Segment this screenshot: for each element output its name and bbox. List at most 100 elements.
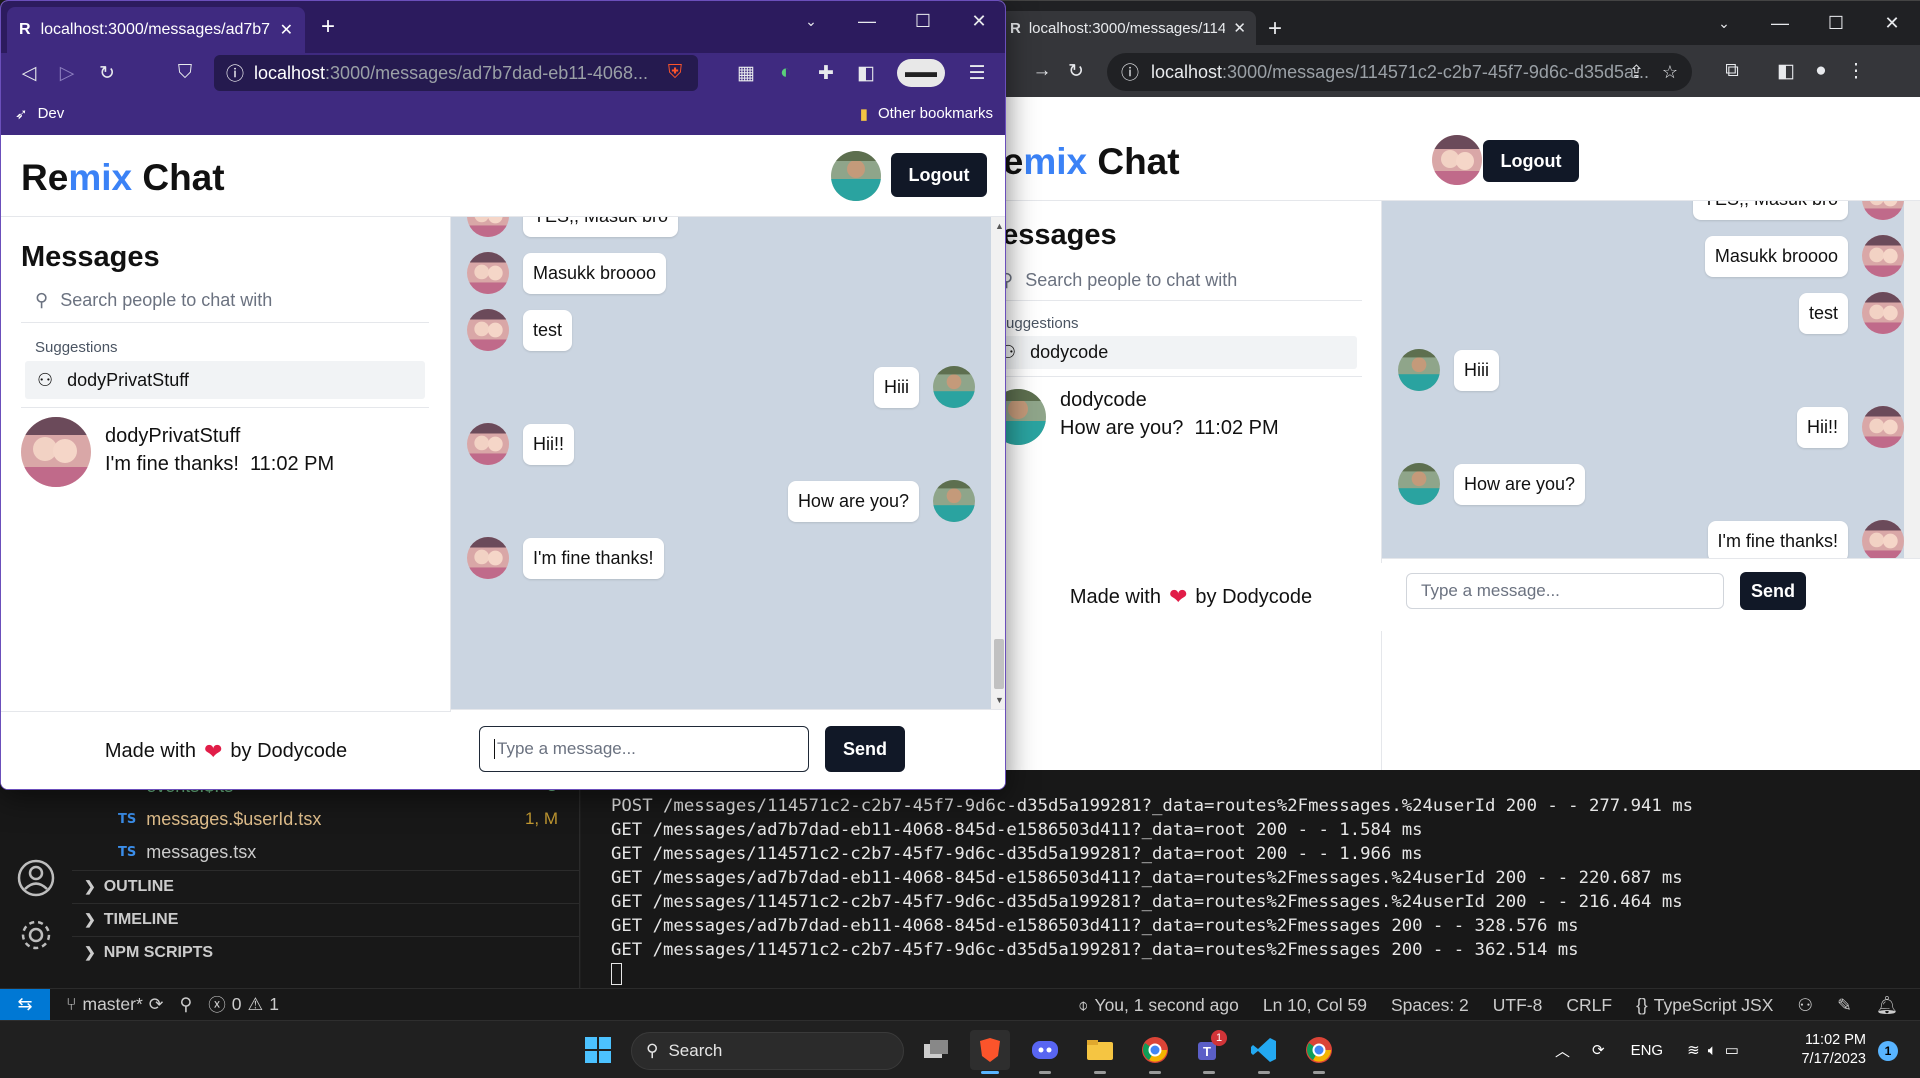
bookmark-dev[interactable]: ➶ Dev xyxy=(15,105,64,123)
sidebar-icon[interactable]: ◧ xyxy=(852,59,880,87)
new-tab-icon[interactable]: + xyxy=(1268,15,1282,43)
scroll-up-icon[interactable]: ▲ xyxy=(995,221,1004,231)
private-profile-icon[interactable]: ▬▬ xyxy=(897,59,945,87)
problems-indicator[interactable]: ⓧ 0 ⚠ 1 xyxy=(208,992,279,1017)
chat-scrollbar-right[interactable] xyxy=(1904,201,1920,558)
wifi-icon[interactable]: ≋ xyxy=(1687,1041,1700,1059)
indentation[interactable]: Spaces: 2 xyxy=(1391,995,1469,1016)
sync-icon[interactable]: ⟳ xyxy=(149,994,164,1015)
chrome-dev-taskbar-icon[interactable] xyxy=(1299,1030,1339,1074)
maximize-icon[interactable]: ☐ xyxy=(895,11,951,32)
close-window-icon[interactable]: ✕ xyxy=(1864,13,1920,34)
user-avatar[interactable] xyxy=(1432,135,1482,185)
logout-button[interactable]: Logout xyxy=(1483,140,1579,182)
scroll-down-icon[interactable]: ▼ xyxy=(995,695,1004,705)
minimize-icon[interactable]: — xyxy=(1752,13,1808,34)
site-info-icon[interactable]: ⓘ xyxy=(1121,59,1139,85)
npm-scripts-section[interactable]: ❯ NPM SCRIPTS xyxy=(72,936,580,968)
message-input[interactable]: Type a message... xyxy=(1406,573,1724,609)
taskbar-search[interactable]: ⚲ Search xyxy=(631,1032,904,1070)
task-view-button[interactable] xyxy=(916,1030,956,1070)
forward-icon[interactable]: → xyxy=(1028,57,1056,85)
chat-scrollbar[interactable]: ▲ ▼ xyxy=(991,217,1005,709)
copilot-indicator[interactable]: ⚇ xyxy=(1797,995,1813,1016)
app-logo[interactable]: Remix Chat xyxy=(21,157,225,199)
notifications-indicator[interactable]: 🔔︎ xyxy=(1876,995,1898,1016)
conversation-item[interactable]: dodycode How are you? 11:02 PM xyxy=(1000,389,1279,445)
extensions-icon[interactable]: ⧉ xyxy=(1718,57,1746,85)
site-info-icon[interactable]: ⓘ xyxy=(226,60,244,86)
file-explorer-taskbar-icon[interactable] xyxy=(1080,1030,1120,1074)
teams-taskbar-icon[interactable]: T1 xyxy=(1189,1030,1229,1074)
minimize-icon[interactable]: — xyxy=(839,11,895,32)
settings-gear-icon[interactable] xyxy=(16,915,56,955)
outline-section[interactable]: ❯ OUTLINE xyxy=(72,870,580,902)
terminal-panel[interactable]: POST /messages/114571c2-c2b7-45f7-9d6c-d… xyxy=(581,770,1920,988)
back-icon[interactable]: ◁ xyxy=(15,59,43,87)
menu-icon[interactable]: ☰ xyxy=(963,59,991,87)
wallet-icon[interactable]: ▦ xyxy=(732,59,760,87)
tab-search-icon[interactable]: ⌄ xyxy=(1696,15,1752,32)
other-bookmarks[interactable]: ▮ Other bookmarks xyxy=(860,105,993,123)
tab-search-icon[interactable]: ⌄ xyxy=(783,13,839,30)
close-tab-icon[interactable]: ✕ xyxy=(1233,19,1246,37)
sync-tray-icon[interactable]: ⟳ xyxy=(1592,1041,1605,1059)
maximize-icon[interactable]: ☐ xyxy=(1808,13,1864,34)
send-button[interactable]: Send xyxy=(1740,572,1806,610)
extension-icon[interactable]: ◐ xyxy=(772,59,800,87)
conversation-item[interactable]: dodyPrivatStuff I'm fine thanks! 11:02 P… xyxy=(21,417,334,487)
suggestion-item[interactable]: ⚇ dodyPrivatStuff xyxy=(25,361,425,399)
cursor-position[interactable]: Ln 10, Col 59 xyxy=(1263,995,1367,1016)
remote-indicator[interactable]: ⇆ xyxy=(0,988,50,1021)
start-button[interactable] xyxy=(578,1030,618,1070)
logout-button[interactable]: Logout xyxy=(891,153,987,197)
share-icon[interactable]: ⇪ xyxy=(1629,62,1644,83)
line-ending[interactable]: CRLF xyxy=(1566,995,1612,1016)
brave-taskbar-icon[interactable] xyxy=(970,1030,1010,1074)
file-item[interactable]: TS messages.tsx xyxy=(118,836,558,868)
address-bar[interactable]: ⓘ localhost:3000/messages/114571c2-c2b7-… xyxy=(1107,53,1692,91)
bookmark-star-icon[interactable]: ☆ xyxy=(1662,62,1678,83)
send-button[interactable]: Send xyxy=(825,726,905,772)
reload-icon[interactable]: ↻ xyxy=(93,59,121,87)
graph-indicator[interactable]: ⚲ xyxy=(179,994,192,1015)
brave-tab[interactable]: R localhost:3000/messages/ad7b7d ✕ xyxy=(7,7,305,53)
message-input[interactable]: Type a message... xyxy=(479,726,809,772)
discord-taskbar-icon[interactable] xyxy=(1025,1030,1065,1074)
tray-overflow-icon[interactable]: ︿ xyxy=(1555,1040,1570,1061)
scroll-thumb[interactable] xyxy=(994,639,1004,689)
feedback-indicator[interactable]: ✎ xyxy=(1837,995,1852,1016)
volume-icon[interactable]: 🔈︎ xyxy=(1708,1042,1717,1059)
clock[interactable]: 11:02 PM 7/17/2023 xyxy=(1801,1031,1866,1069)
vscode-taskbar-icon[interactable] xyxy=(1244,1030,1284,1074)
language-mode[interactable]: {} TypeScript JSX xyxy=(1636,995,1773,1016)
encoding[interactable]: UTF-8 xyxy=(1493,995,1543,1016)
side-panel-icon[interactable]: ◧ xyxy=(1772,57,1800,85)
chrome-taskbar-icon[interactable] xyxy=(1135,1030,1175,1074)
forward-icon[interactable]: ▷ xyxy=(53,59,81,87)
file-item[interactable]: TS messages.$userId.tsx 1, M xyxy=(118,803,558,835)
search-input[interactable]: ⚲ Search people to chat with xyxy=(21,279,429,323)
notification-badge[interactable]: 1 xyxy=(1878,1041,1898,1061)
branch-indicator[interactable]: ⑂ master* ⟳ xyxy=(66,994,163,1015)
suggestion-item[interactable]: ⚇ dodycode xyxy=(1000,336,1357,369)
profile-icon[interactable]: ● xyxy=(1807,57,1835,85)
accounts-icon[interactable] xyxy=(16,858,56,898)
language-indicator[interactable]: ENG xyxy=(1631,1042,1664,1059)
battery-icon[interactable]: ▭ xyxy=(1725,1041,1739,1059)
timeline-section[interactable]: ❯ TIMELINE xyxy=(72,903,580,935)
user-avatar[interactable] xyxy=(831,151,881,201)
bookmark-icon[interactable]: ⛉ xyxy=(171,59,199,87)
address-bar[interactable]: ⓘ localhost:3000/messages/ad7b7dad-eb11-… xyxy=(214,55,698,91)
new-tab-icon[interactable]: + xyxy=(321,13,335,41)
reload-icon[interactable]: ↻ xyxy=(1062,57,1090,85)
close-window-icon[interactable]: ✕ xyxy=(951,11,1005,32)
search-input[interactable]: ⚲ Search people to chat with xyxy=(1000,261,1362,301)
app-logo[interactable]: Remix Chat xyxy=(1000,141,1180,183)
brave-shields-icon[interactable]: ⛨ xyxy=(661,59,689,87)
chrome-tab[interactable]: R localhost:3000/messages/11457 ✕ xyxy=(1000,11,1256,45)
menu-dots-icon[interactable]: ⋮ xyxy=(1842,57,1870,85)
extensions-puzzle-icon[interactable]: ✚ xyxy=(812,59,840,87)
close-tab-icon[interactable]: ✕ xyxy=(280,20,293,40)
git-blame-indicator[interactable]: ⌽ You, 1 second ago xyxy=(1078,995,1239,1016)
